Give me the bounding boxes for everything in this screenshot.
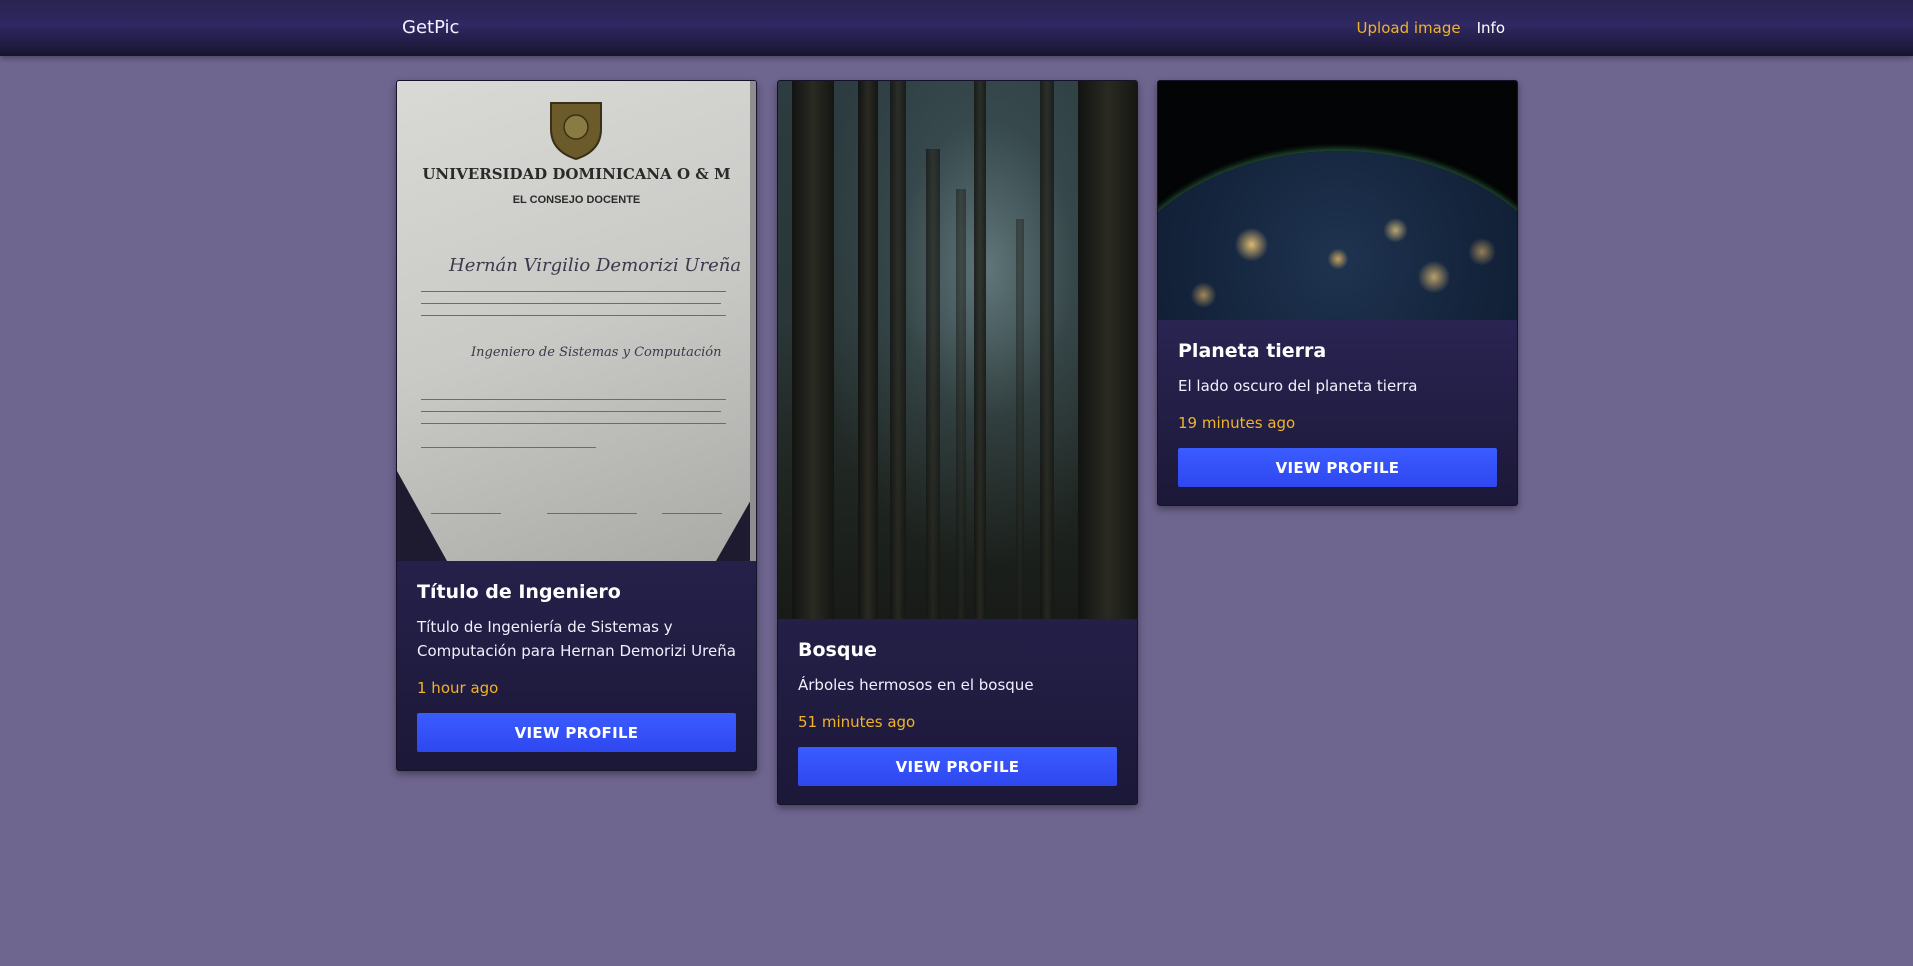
diploma-text-line (421, 399, 726, 400)
image-card: Bosque Árboles hermosos en el bosque 51 … (777, 80, 1138, 805)
view-profile-button[interactable]: VIEW PROFILE (417, 713, 736, 752)
view-profile-button[interactable]: VIEW PROFILE (1178, 448, 1497, 487)
diploma-text-line (421, 315, 726, 316)
info-link[interactable]: Info (1477, 19, 1505, 37)
card-image[interactable]: UNIVERSIDAD DOMINICANA O & M EL CONSEJO … (397, 81, 756, 561)
image-card: UNIVERSIDAD DOMINICANA O & M EL CONSEJO … (396, 80, 757, 771)
card-image[interactable] (778, 81, 1137, 619)
diploma-text-line (421, 447, 596, 448)
tree-trunk (1078, 81, 1137, 619)
card-description: Título de Ingeniería de Sistemas y Compu… (417, 618, 736, 660)
diploma-council: EL CONSEJO DOCENTE (512, 194, 641, 206)
card-timestamp: 1 hour ago (417, 679, 499, 697)
diploma-text-line (421, 423, 726, 424)
tree-trunk (1040, 81, 1054, 619)
tree-trunk (890, 81, 906, 619)
signature-line (662, 513, 722, 514)
card-title: Título de Ingeniero (417, 581, 621, 603)
brand-logo[interactable]: GetPic (402, 17, 459, 38)
tree-trunk (1016, 219, 1024, 619)
diploma-recipient: Hernán Virgilio Demorizi Ureña (449, 255, 742, 276)
tree-trunk (792, 81, 834, 619)
card-title: Planeta tierra (1178, 340, 1327, 362)
view-profile-button[interactable]: VIEW PROFILE (798, 747, 1117, 786)
nav-links: Upload image Info (1357, 19, 1505, 37)
card-description: Árboles hermosos en el bosque (798, 676, 1034, 694)
card-timestamp: 19 minutes ago (1178, 414, 1296, 432)
card-image[interactable] (1158, 81, 1517, 320)
diploma-edge (750, 81, 756, 561)
tree-trunk (974, 81, 986, 619)
tree-trunk (858, 81, 878, 619)
image-card: Planeta tierra El lado oscuro del planet… (1157, 80, 1518, 506)
university-seal-icon (550, 102, 602, 161)
diploma-text-line (421, 303, 721, 304)
card-body: Planeta tierra El lado oscuro del planet… (1158, 320, 1517, 487)
diploma-degree: Ingeniero de Sistemas y Computación (471, 345, 722, 360)
diploma-university: UNIVERSIDAD DOMINICANA O & M (422, 165, 731, 183)
card-body: Título de Ingeniero Título de Ingeniería… (397, 561, 756, 752)
tree-trunk (956, 189, 966, 619)
top-navbar: GetPic Upload image Info (0, 0, 1913, 56)
card-timestamp: 51 minutes ago (798, 713, 916, 731)
card-description: El lado oscuro del planeta tierra (1178, 377, 1418, 395)
tree-trunk (926, 149, 940, 619)
signature-line (547, 513, 637, 514)
diploma-text-line (421, 291, 726, 292)
earth-globe (1158, 151, 1517, 320)
card-body: Bosque Árboles hermosos en el bosque 51 … (778, 619, 1137, 786)
upload-image-link[interactable]: Upload image (1357, 19, 1461, 37)
card-title: Bosque (798, 639, 877, 661)
diploma-text-line (421, 411, 721, 412)
diploma-corner (397, 471, 447, 561)
